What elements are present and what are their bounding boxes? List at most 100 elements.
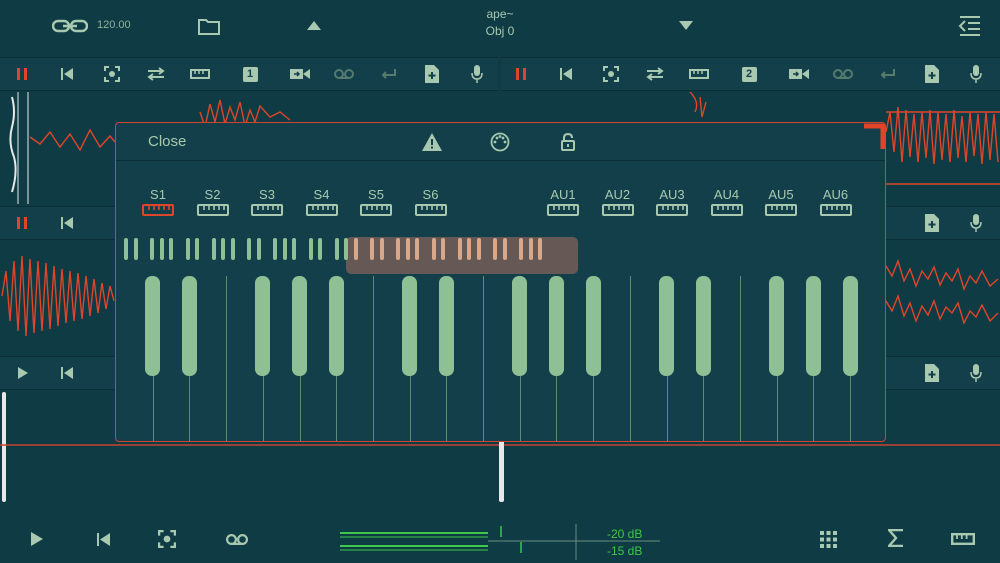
warning-icon[interactable]: [420, 131, 444, 153]
midi-port-icon[interactable]: [488, 130, 512, 154]
resize-corner-icon[interactable]: [864, 123, 886, 149]
black-key[interactable]: [548, 276, 564, 376]
pause-icon[interactable]: [12, 64, 32, 84]
swap-icon[interactable]: [145, 63, 167, 85]
black-key[interactable]: [695, 276, 711, 376]
rewind-icon[interactable]: [556, 64, 576, 84]
ruler-icon[interactable]: [948, 527, 978, 551]
slot-s3[interactable]: S3: [242, 187, 292, 216]
black-key[interactable]: [402, 276, 418, 376]
new-file-icon[interactable]: [922, 361, 942, 385]
slot-ruler-icon: [702, 204, 752, 216]
slot-au4[interactable]: AU4: [702, 187, 752, 216]
black-key[interactable]: [585, 276, 601, 376]
track-number-badge[interactable]: 2: [739, 64, 759, 84]
slot-s2[interactable]: S2: [188, 187, 238, 216]
new-file-icon[interactable]: [922, 211, 942, 235]
slot-label: S1: [150, 187, 166, 202]
instrument-keyboard-panel: Close S1 S2 S3 S4 S5 S6 AU1 AU2 AU3 AU4 AU5 AU6: [115, 122, 886, 442]
slot-s1[interactable]: S1: [133, 187, 183, 216]
grid-icon[interactable]: [816, 527, 840, 551]
mini-key: [133, 238, 138, 260]
mini-key: [431, 238, 436, 260]
meter-level-1: -20 dB: [607, 527, 643, 541]
black-key[interactable]: [328, 276, 344, 376]
mini-key: [318, 238, 322, 260]
slot-au2[interactable]: AU2: [593, 187, 643, 216]
tempo-readout[interactable]: 120.00: [97, 19, 131, 31]
camera-icon[interactable]: [288, 63, 312, 85]
play-icon[interactable]: [13, 363, 33, 383]
mini-key: [256, 238, 261, 260]
slot-s5[interactable]: S5: [351, 187, 401, 216]
ruler-icon[interactable]: [687, 63, 711, 85]
pause-icon[interactable]: [511, 64, 531, 84]
slot-ruler-icon: [133, 204, 183, 216]
slot-s4[interactable]: S4: [297, 187, 347, 216]
mini-key: [476, 238, 481, 260]
new-file-icon[interactable]: [922, 62, 942, 86]
focus-icon[interactable]: [600, 63, 622, 85]
link-icon[interactable]: [50, 14, 90, 38]
slot-ruler-icon: [297, 204, 347, 216]
focus-icon[interactable]: [155, 527, 179, 551]
slot-label: S5: [368, 187, 384, 202]
mini-key: [308, 238, 313, 260]
object-selector[interactable]: ape~ Obj 0: [440, 6, 560, 40]
track-number-1: 1: [242, 66, 258, 82]
black-key[interactable]: [769, 276, 785, 376]
mini-key: [493, 238, 497, 260]
sigma-icon[interactable]: [884, 526, 908, 550]
black-key[interactable]: [255, 276, 271, 376]
black-key[interactable]: [659, 276, 674, 376]
slot-au3[interactable]: AU3: [647, 187, 697, 216]
mini-key: [334, 238, 339, 260]
slot-au6[interactable]: AU6: [811, 187, 861, 216]
play-icon[interactable]: [26, 528, 48, 550]
new-file-icon[interactable]: [422, 62, 442, 86]
mini-key: [457, 238, 462, 260]
black-key[interactable]: [145, 276, 161, 376]
track-number-badge[interactable]: 1: [240, 64, 260, 84]
camera-icon[interactable]: [787, 63, 811, 85]
rewind-icon[interactable]: [57, 213, 77, 233]
rewind-icon[interactable]: [57, 64, 77, 84]
mini-key: [211, 238, 216, 260]
return-icon: [377, 63, 399, 85]
piano-keyboard[interactable]: [116, 276, 885, 441]
white-key-divider: [629, 276, 631, 441]
tape-icon[interactable]: [224, 528, 250, 550]
next-object-arrow-icon[interactable]: [676, 18, 696, 32]
black-key[interactable]: [181, 276, 197, 376]
ruler-icon[interactable]: [188, 63, 212, 85]
folder-icon[interactable]: [196, 14, 222, 38]
rewind-icon[interactable]: [57, 363, 77, 383]
black-key[interactable]: [438, 276, 454, 376]
slot-s6[interactable]: S6: [406, 187, 456, 216]
microphone-icon[interactable]: [467, 62, 487, 86]
swap-icon[interactable]: [644, 63, 666, 85]
microphone-icon[interactable]: [966, 211, 986, 235]
slot-label: AU6: [822, 187, 849, 202]
mini-key: [150, 238, 154, 260]
close-button[interactable]: Close: [148, 133, 186, 150]
mini-key: [344, 238, 348, 260]
rewind-icon[interactable]: [92, 528, 114, 550]
black-key[interactable]: [512, 276, 528, 376]
microphone-icon[interactable]: [966, 361, 986, 385]
lock-icon[interactable]: [557, 131, 579, 153]
white-key-divider: [739, 276, 741, 441]
black-key[interactable]: [805, 276, 821, 376]
pause-icon[interactable]: [12, 213, 32, 233]
track-list-icon[interactable]: [956, 12, 984, 40]
slot-au5[interactable]: AU5: [756, 187, 806, 216]
previous-object-arrow-icon[interactable]: [304, 18, 324, 32]
slot-ruler-icon: [593, 204, 643, 216]
slot-au1[interactable]: AU1: [538, 187, 588, 216]
mini-key: [195, 238, 199, 260]
focus-icon[interactable]: [101, 63, 123, 85]
mini-key: [169, 238, 173, 260]
microphone-icon[interactable]: [966, 62, 986, 86]
black-key[interactable]: [842, 276, 858, 376]
black-key[interactable]: [292, 276, 307, 376]
